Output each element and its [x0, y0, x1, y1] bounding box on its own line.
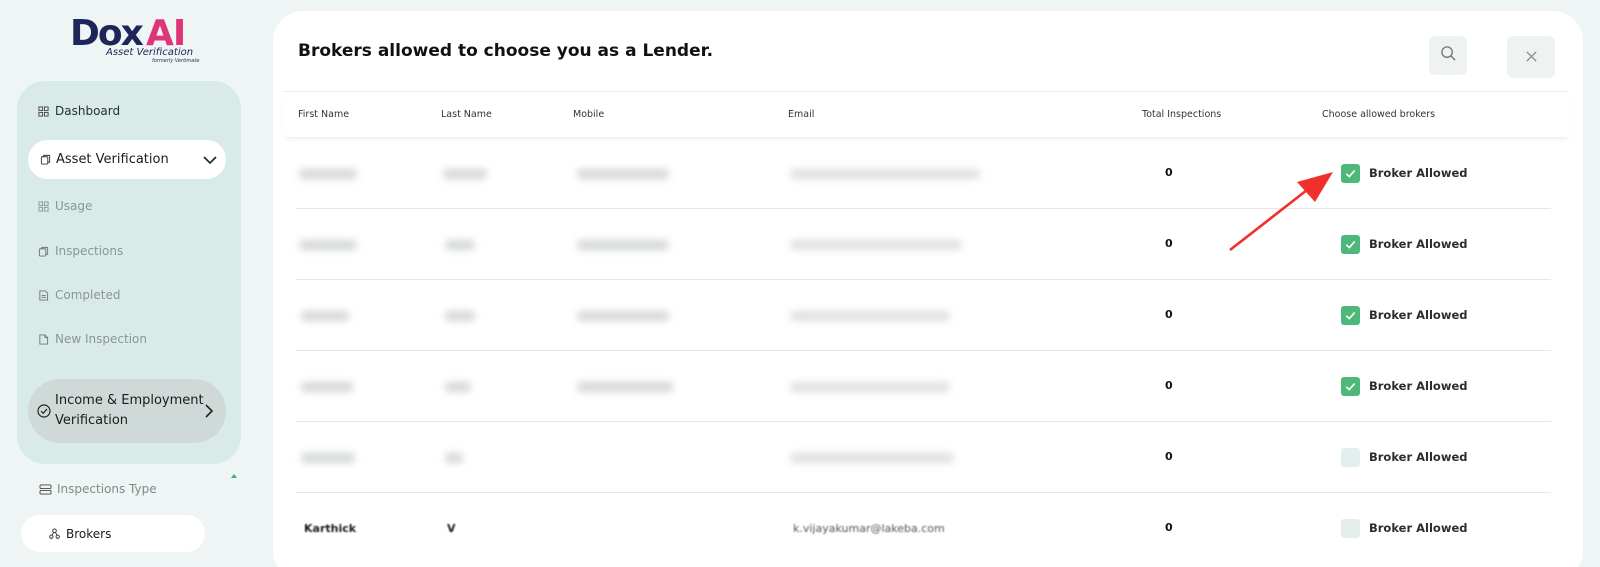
broker-allowed-label[interactable]: Broker Allowed: [1369, 237, 1468, 251]
brand-tagline: Asset Verification: [106, 47, 194, 58]
column-header-last-name[interactable]: Last Name: [441, 109, 492, 120]
broker-allowed-checkbox[interactable]: [1341, 235, 1360, 254]
redacted-email: [790, 240, 962, 250]
broker-allowed-label[interactable]: Broker Allowed: [1369, 521, 1468, 535]
column-header-total-inspections[interactable]: Total Inspections: [1142, 109, 1221, 120]
broker-allowed-checkbox[interactable]: [1341, 448, 1360, 467]
broker-allowed-checkbox[interactable]: [1341, 164, 1360, 183]
table-row: 0 Broker Allowed: [296, 351, 1551, 422]
broker-allowed-checkbox[interactable]: [1341, 377, 1360, 396]
checkmark-icon: [1345, 241, 1356, 249]
column-header-first-name[interactable]: First Name: [298, 109, 349, 120]
sidebar-item-inspections[interactable]: Inspections: [37, 244, 123, 258]
close-icon: [1525, 48, 1538, 67]
redacted-last-name: [443, 169, 487, 179]
sidebar-item-label: New Inspection: [55, 332, 147, 346]
checkmark-icon: [1345, 170, 1356, 178]
broker-allowed-label[interactable]: Broker Allowed: [1369, 379, 1468, 393]
search-button[interactable]: [1429, 36, 1467, 75]
grid-icon: [37, 200, 49, 212]
sidebar-item-label: Asset Verification: [56, 152, 169, 167]
redacted-mobile: [577, 382, 673, 392]
sidebar-item-asset-verification[interactable]: Asset Verification: [28, 140, 226, 179]
column-header-choose-allowed-brokers[interactable]: Choose allowed brokers: [1322, 109, 1435, 120]
sidebar-item-income-employment[interactable]: Income & Employment Verification: [28, 379, 226, 443]
redacted-email: [790, 382, 950, 392]
total-inspections-value: 0: [1165, 308, 1173, 321]
checkmark-icon: [1345, 312, 1356, 320]
last-name-cell: V: [447, 522, 456, 535]
table-row: 0 Broker Allowed: [296, 280, 1551, 351]
redacted-first-name: [299, 169, 357, 179]
redacted-first-name: [299, 240, 357, 250]
page-title: Brokers allowed to choose you as a Lende…: [298, 41, 714, 61]
first-name-cell: Karthick: [304, 522, 357, 535]
file-icon: [37, 333, 49, 345]
redacted-email: [790, 169, 980, 179]
table-row: 0 Broker Allowed: [296, 209, 1551, 280]
broker-allowed-checkbox[interactable]: [1341, 306, 1360, 325]
broker-allowed-label[interactable]: Broker Allowed: [1369, 308, 1468, 322]
total-inspections-value: 0: [1165, 521, 1173, 534]
collapse-caret-icon[interactable]: [231, 474, 237, 478]
sidebar-item-label: Inspections Type: [57, 482, 157, 496]
broker-allowed-label[interactable]: Broker Allowed: [1369, 450, 1468, 464]
redacted-first-name: [301, 453, 355, 463]
total-inspections-value: 0: [1165, 379, 1173, 392]
email-cell: k.vijayakumar@lakeba.com: [793, 522, 945, 535]
redacted-mobile: [577, 240, 669, 250]
sidebar-item-completed[interactable]: Completed: [37, 288, 120, 302]
table-row: 0 Broker Allowed: [296, 138, 1551, 209]
sidebar-item-brokers[interactable]: Brokers: [21, 515, 205, 552]
table-header: First Name Last Name Mobile Email Total …: [283, 91, 1569, 137]
redacted-mobile: [577, 169, 669, 179]
total-inspections-value: 0: [1165, 450, 1173, 463]
table-row: 0 Broker Allowed: [296, 422, 1551, 493]
sidebar-item-label: Brokers: [66, 526, 112, 541]
table-row: Karthick V k.vijayakumar@lakeba.com 0 Br…: [296, 493, 1551, 564]
check-circle-icon: [36, 404, 51, 419]
sidebar-item-label: Income & Employment Verification: [55, 393, 204, 428]
checkmark-icon: [1345, 383, 1356, 391]
search-icon: [1440, 45, 1457, 66]
brand-logo: Dox AI Asset Verification formerly Verti…: [70, 14, 200, 66]
redacted-email: [790, 311, 950, 321]
chevron-right-icon[interactable]: [202, 403, 216, 419]
chevron-down-icon[interactable]: [202, 152, 218, 168]
network-icon: [48, 528, 60, 540]
sidebar-item-label: Usage: [55, 199, 93, 213]
redacted-first-name: [301, 311, 349, 321]
close-button[interactable]: [1507, 36, 1555, 78]
layers-icon: [37, 245, 49, 257]
broker-allowed-label[interactable]: Broker Allowed: [1369, 166, 1468, 180]
total-inspections-value: 0: [1165, 237, 1173, 250]
total-inspections-value: 0: [1165, 166, 1173, 179]
document-icon: [37, 289, 49, 301]
sidebar-item-label: Inspections: [55, 244, 124, 258]
column-header-email[interactable]: Email: [788, 109, 814, 120]
brokers-panel: Brokers allowed to choose you as a Lende…: [273, 11, 1583, 567]
redacted-mobile: [577, 311, 669, 321]
sidebar-item-inspections-type[interactable]: Inspections Type: [38, 482, 157, 496]
redacted-first-name: [301, 382, 353, 392]
brand-formerly: formerly Vertimate: [152, 58, 200, 64]
broker-allowed-checkbox[interactable]: [1341, 519, 1360, 538]
sidebar-item-new-inspection[interactable]: New Inspection: [37, 332, 147, 346]
server-icon: [38, 483, 52, 495]
grid-icon: [37, 105, 49, 117]
sidebar-item-dashboard[interactable]: Dashboard: [37, 104, 120, 118]
redacted-last-name: [445, 382, 471, 392]
annotation-arrow-icon: [1229, 172, 1333, 252]
redacted-email: [790, 453, 954, 463]
layers-icon: [39, 154, 51, 166]
sidebar-item-usage[interactable]: Usage: [37, 199, 92, 213]
redacted-last-name: [445, 453, 463, 463]
column-header-mobile[interactable]: Mobile: [573, 109, 604, 120]
redacted-last-name: [445, 240, 475, 250]
redacted-last-name: [445, 311, 475, 321]
sidebar-menu: Dashboard Asset Verification Usage Inspe…: [17, 81, 241, 464]
sidebar-item-label: Completed: [55, 288, 121, 302]
sidebar-item-label: Dashboard: [55, 104, 121, 118]
